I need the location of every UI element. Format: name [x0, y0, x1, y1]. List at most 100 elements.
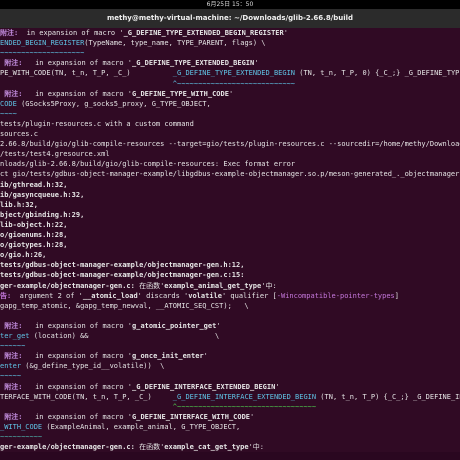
- terminal-text: ': [203, 352, 208, 361]
- terminal-line: PE_WITH_CODE(TN, t_n, T_P, _C_) _G_DEFIN…: [0, 68, 460, 78]
- terminal-text: lib-object.h:22,: [0, 220, 68, 229]
- terminal-text: in expansion of macro ': [18, 29, 124, 37]
- terminal-line: tests/gdbus-object-manager-example/objec…: [0, 270, 244, 280]
- terminal-line: 附注: in expansion of macro '_G_DEFINE_TYP…: [0, 58, 258, 68]
- window-title: methy@methy-virtual-machine: ~/Downloads…: [106, 14, 354, 22]
- clock[interactable]: 6月25日 15：50: [207, 1, 254, 8]
- terminal-text: ter_get: [0, 332, 30, 340]
- terminal-line: sources.c: [0, 129, 38, 139]
- terminal-text: ger-example/objectmanager-gen.c:: [0, 443, 135, 452]
- terminal-line: ib/gasyncqueue.h:32,: [0, 190, 84, 200]
- terminal-text: ib/gasyncqueue.h:32,: [0, 190, 85, 199]
- terminal-line: ~~~~~~~~~~~~~~~~~~~~: [0, 48, 84, 58]
- terminal-text: 附注:: [0, 352, 23, 361]
- terminal-line: TERFACE_WITH_CODE(TN, t_n, T_P, _C_) _G_…: [0, 392, 460, 402]
- terminal-text: _G_DEFINE_TYPE_EXTENDED_BEGIN: [172, 69, 296, 78]
- terminal-text: 附注:: [0, 412, 23, 421]
- terminal-line: 附注: in expansion of macro 'g_once_init_e…: [0, 351, 208, 361]
- terminal-text: 2.66.8/build/gio/glib-compile-resources …: [0, 140, 460, 149]
- terminal-line: o/gio.h:26,: [0, 250, 46, 260]
- terminal-output[interactable]: 附注: in expansion of macro '_G_DEFINE_TYP…: [0, 28, 460, 452]
- terminal-text: ': [254, 59, 259, 68]
- terminal-text: ct gio/tests/gdbus-object-manager-exampl…: [0, 170, 460, 179]
- terminal-line: nloads/glib-2.66.8/build/gio/glib-compil…: [0, 159, 295, 169]
- terminal-text: (TN, t_n, T_P) {_C_;} _G_DEFINE_INTERFAC…: [320, 392, 460, 401]
- terminal-text: '中:: [261, 281, 277, 290]
- terminal-line: 附注: in expansion of macro '_G_DEFINE_TYP…: [0, 28, 288, 38]
- terminal-text: bject/gbinding.h:29,: [0, 210, 85, 219]
- terminal-line: tests/plugin-resources.c with a custom c…: [0, 119, 194, 129]
- terminal-text: ~~~~~: [0, 372, 22, 381]
- terminal-text: enter: [0, 362, 22, 371]
- terminal-line: tests/gdbus-object-manager-example/objec…: [0, 260, 244, 270]
- terminal-text: example_animal_get_type: [164, 281, 262, 290]
- terminal-text: ': [275, 382, 280, 391]
- terminal-text: ': [216, 321, 221, 330]
- system-top-bar: 6月25日 15：50: [0, 0, 460, 9]
- terminal-text: (location) && \: [29, 332, 220, 340]
- terminal-line: CODE (GSocks5Proxy, g_socks5_proxy, G_TY…: [0, 99, 211, 109]
- terminal-line: ~~~~: [0, 109, 17, 119]
- terminal-line: o/giotypes.h:28,: [0, 240, 67, 250]
- terminal-text: _G_DEFINE_INTERFACE_EXTENDED_BEGIN: [172, 392, 317, 401]
- terminal-text: nloads/glib-2.66.8/build/gio/glib-compil…: [0, 160, 296, 169]
- terminal-text: o/giotypes.h:28,: [0, 241, 68, 250]
- terminal-title-bar[interactable]: methy@methy-virtual-machine: ~/Downloads…: [0, 9, 460, 28]
- terminal-text: 在函数': [134, 281, 165, 290]
- terminal-text: _G_DEFINE_TYPE_EXTENDED_BEGIN: [132, 59, 255, 68]
- terminal-text: in expansion of macro ': [22, 59, 133, 68]
- terminal-text: G_DEFINE_TYPE_WITH_CODE: [132, 89, 229, 98]
- terminal-text: ' discards ': [137, 291, 189, 300]
- terminal-text: in expansion of macro ': [22, 412, 133, 421]
- terminal-text: ' qualifier [: [221, 291, 277, 300]
- terminal-text: (TN, t_n, T_P, 0) {_C_;} _G_DEFINE_TYPE_…: [299, 69, 460, 78]
- terminal-text: TERFACE_WITH_CODE(TN, t_n, T_P, _C_): [0, 392, 173, 401]
- terminal-line: 附注: in expansion of macro '_G_DEFINE_INT…: [0, 382, 280, 392]
- terminal-text: lib.h:32,: [0, 200, 38, 209]
- terminal-line: bject/gbinding.h:29,: [0, 210, 84, 220]
- terminal-text: 附注:: [0, 89, 23, 98]
- terminal-text: (&g_define_type_id__volatile)) \: [21, 362, 165, 371]
- terminal-line: ENDED_BEGIN_REGISTER(TypeName, type_name…: [0, 38, 266, 48]
- terminal-text: tests/gdbus-object-manager-example/objec…: [0, 271, 245, 280]
- terminal-text: 附注:: [0, 382, 23, 391]
- terminal-text: G_DEFINE_INTERFACE_WITH_CODE: [132, 412, 251, 421]
- terminal-text: (TypeName, type_name, TYPE_PARENT, flags…: [84, 39, 266, 48]
- terminal-text: in expansion of macro ': [22, 352, 133, 361]
- terminal-text: in expansion of macro ': [22, 382, 133, 391]
- terminal-text: g_atomic_pointer_get: [132, 321, 217, 330]
- terminal-text: _G_DEFINE_TYPE_EXTENDED_BEGIN_REGISTER: [123, 29, 284, 37]
- terminal-text: ~~~~~~~~~~~~~~~~~~~~: [0, 49, 85, 58]
- terminal-line: enter (&g_define_type_id__volatile)) \: [0, 361, 164, 371]
- terminal-line: o/gioenums.h:28,: [0, 230, 67, 240]
- terminal-text: CODE: [0, 99, 17, 108]
- terminal-text: ENDED_BEGIN_REGISTER: [0, 39, 85, 48]
- terminal-line: ib/gthread.h:32,: [0, 180, 67, 190]
- terminal-line: ger-example/objectmanager-gen.c: 在函数'exa…: [0, 442, 264, 452]
- terminal-line: ct gio/tests/gdbus-object-manager-exampl…: [0, 169, 460, 179]
- terminal-line: /tests/test4.gresource.xml: [0, 149, 110, 159]
- terminal-text: g_once_init_enter: [132, 352, 204, 361]
- terminal-line: lib-object.h:22,: [0, 220, 67, 230]
- terminal-text: volatile: [188, 291, 222, 300]
- terminal-line: _WITH_CODE (ExampleAnimal, example_anima…: [0, 422, 240, 432]
- terminal-text: ger-example/objectmanager-gen.c:: [0, 281, 135, 290]
- terminal-text: ^~~~~~~~~~~~~~~~~~~~~~~~~~~~~: [172, 79, 296, 88]
- terminal-line: ter_get (location) && \: [0, 331, 219, 341]
- terminal-text: example_cat_get_type: [164, 443, 249, 452]
- terminal-line: ~~~~~~: [0, 341, 25, 351]
- terminal-text: o/gioenums.h:28,: [0, 231, 68, 239]
- terminal-text: 附注:: [0, 321, 23, 330]
- terminal-text: in expansion of macro ': [22, 321, 133, 330]
- terminal-line: 附注: in expansion of macro 'G_DEFINE_TYPE…: [0, 89, 233, 99]
- terminal-text: 附注:: [0, 29, 19, 37]
- terminal-bottom-edge: [0, 452, 460, 460]
- terminal-text: (ExampleAnimal, example_animal, G_TYPE_O…: [42, 422, 241, 431]
- terminal-line: ~~~~~: [0, 371, 21, 381]
- terminal-text: '中:: [248, 443, 265, 452]
- terminal-text: 告:: [0, 291, 12, 300]
- terminal-text: /tests/test4.gresource.xml: [0, 150, 110, 159]
- terminal-line: 附注: in expansion of macro 'G_DEFINE_INTE…: [0, 412, 254, 422]
- terminal-text: ': [283, 29, 288, 37]
